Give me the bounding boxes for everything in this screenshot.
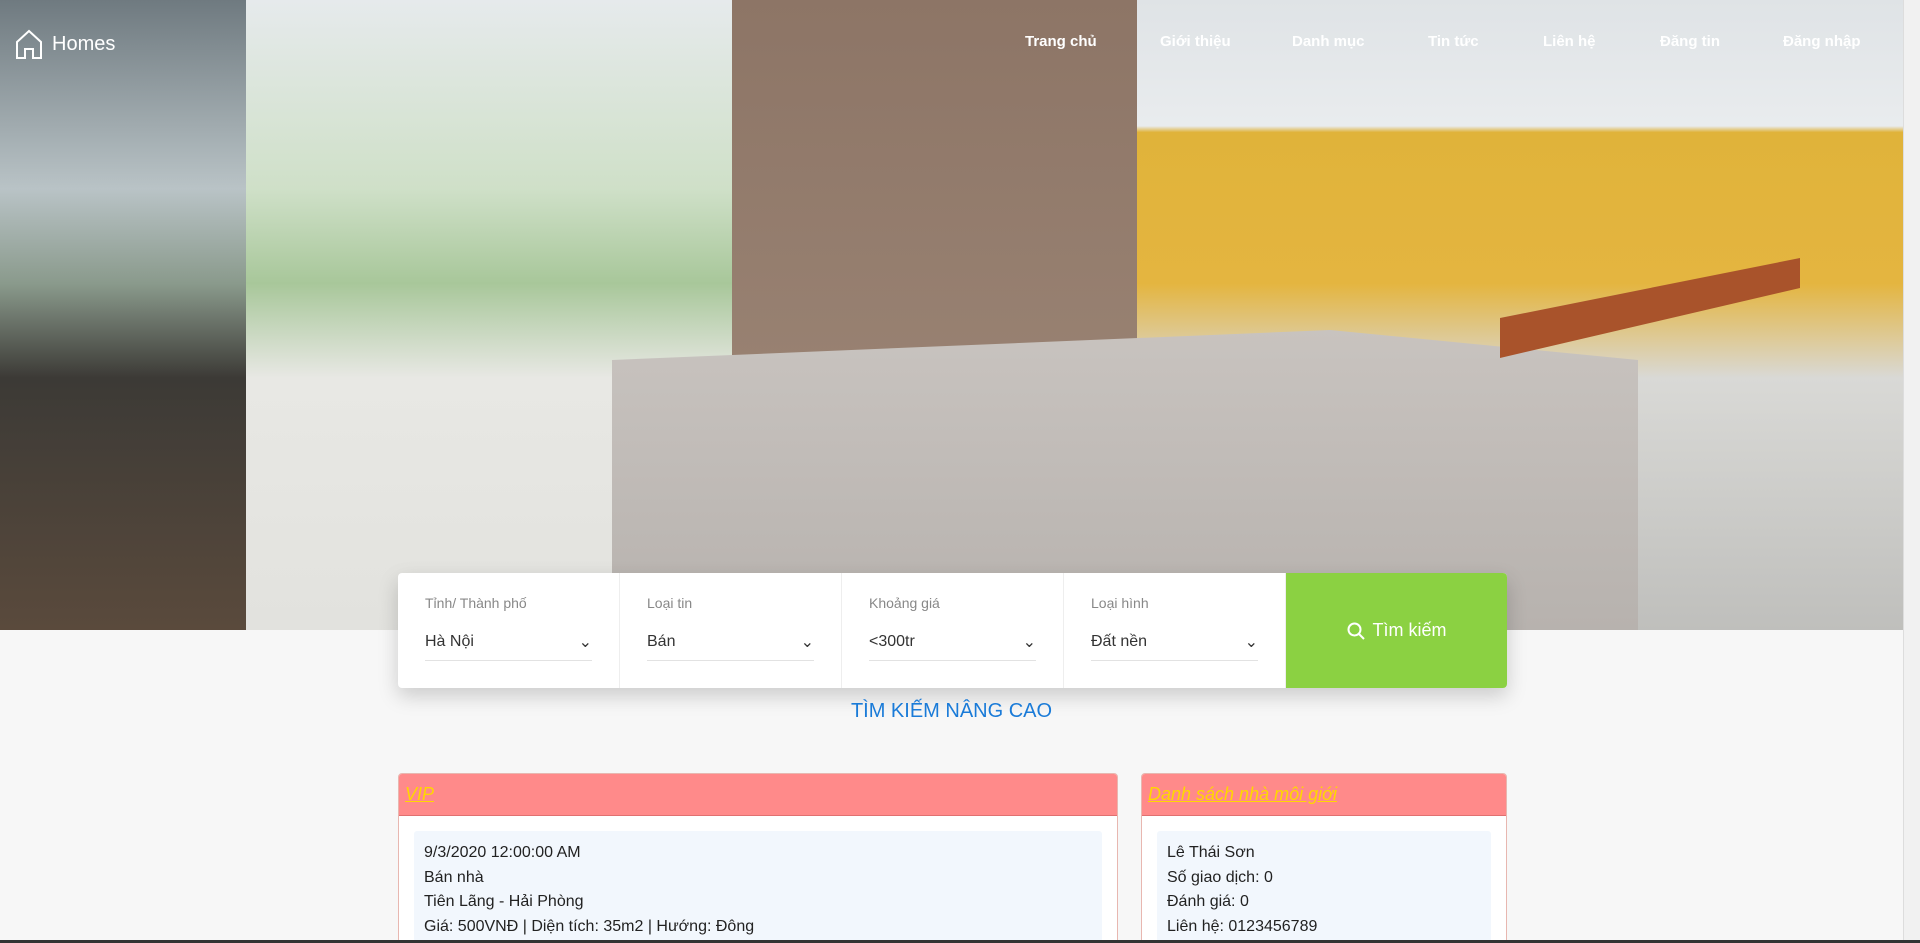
price-range-field[interactable]: Khoảng giá <300tr ⌄ <box>842 573 1064 688</box>
vip-listing-card[interactable]: 9/3/2020 12:00:00 AM Bán nhà Tiên Lãng -… <box>414 831 1102 942</box>
nav-home[interactable]: Trang chủ <box>1025 33 1097 50</box>
property-type-field[interactable]: Loại hình Đất nền ⌄ <box>1064 573 1286 688</box>
nav-about[interactable]: Giới thiệu <box>1160 33 1231 50</box>
listing-location: Tiên Lãng - Hải Phòng <box>424 893 584 910</box>
province-field[interactable]: Tỉnh/ Thành phố Hà Nội ⌄ <box>398 573 620 688</box>
price-range-value: <300tr <box>869 632 915 650</box>
nav-login[interactable]: Đăng nhập <box>1783 33 1861 50</box>
listing-type-field[interactable]: Loại tin Bán ⌄ <box>620 573 842 688</box>
chevron-down-icon: ⌄ <box>578 633 592 651</box>
listing-type: Bán nhà <box>424 868 484 886</box>
listing-type-select[interactable]: Bán ⌄ <box>647 625 814 661</box>
listing-date: 9/3/2020 12:00:00 AM <box>424 844 581 861</box>
province-label: Tỉnh/ Thành phố <box>425 595 527 611</box>
property-type-value: Đất nền <box>1091 632 1148 650</box>
main-nav: Trang chủ Giới thiệu Danh mục Tin tức Li… <box>0 33 1903 53</box>
search-button-label: Tìm kiếm <box>1372 620 1447 640</box>
listing-type-label: Loại tin <box>647 595 693 611</box>
chevron-down-icon: ⌄ <box>800 633 814 651</box>
brokers-title-link[interactable]: Danh sách nhà môi giới <box>1148 784 1337 804</box>
hero-banner <box>0 0 1903 630</box>
search-button[interactable]: Tìm kiếm <box>1286 573 1507 688</box>
price-range-label: Khoảng giá <box>869 595 940 611</box>
broker-card[interactable]: Lê Thái Sơn Số giao dịch: 0 Đánh giá: 0 … <box>1157 831 1491 942</box>
broker-deals: Số giao dịch: 0 <box>1167 868 1273 886</box>
province-select[interactable]: Hà Nội ⌄ <box>425 625 592 661</box>
chevron-down-icon: ⌄ <box>1022 633 1036 651</box>
vip-panel: VIP 9/3/2020 12:00:00 AM Bán nhà Tiên Lã… <box>398 773 1118 943</box>
property-type-label: Loại hình <box>1091 595 1149 611</box>
listing-type-value: Bán <box>647 632 676 650</box>
broker-name: Lê Thái Sơn <box>1167 844 1255 861</box>
advanced-search-link[interactable]: TÌM KIẾM NÂNG CAO <box>0 700 1903 723</box>
chevron-down-icon: ⌄ <box>1244 633 1258 651</box>
nav-post[interactable]: Đăng tin <box>1660 33 1720 50</box>
listing-details: Giá: 500VNĐ | Diện tích: 35m2 | Hướng: Đ… <box>424 917 755 935</box>
hero-image-previous <box>0 0 246 630</box>
nav-contact[interactable]: Liên hệ <box>1543 33 1596 50</box>
broker-contact: Liên hệ: 0123456789 <box>1167 917 1318 935</box>
broker-rating: Đánh giá: 0 <box>1167 893 1249 910</box>
property-type-select[interactable]: Đất nền ⌄ <box>1091 625 1258 661</box>
vip-title-link[interactable]: VIP <box>405 784 434 804</box>
province-value: Hà Nội <box>425 632 474 650</box>
brokers-panel: Danh sách nhà môi giới Lê Thái Sơn Số gi… <box>1141 773 1507 943</box>
search-box: Tỉnh/ Thành phố Hà Nội ⌄ Loại tin Bán ⌄ Kh… <box>398 573 1507 688</box>
price-range-select[interactable]: <300tr ⌄ <box>869 625 1036 661</box>
search-icon <box>1347 622 1365 640</box>
nav-news[interactable]: Tin tức <box>1428 33 1479 50</box>
page-scrollbar[interactable] <box>1903 0 1920 943</box>
nav-categories[interactable]: Danh mục <box>1292 33 1365 50</box>
